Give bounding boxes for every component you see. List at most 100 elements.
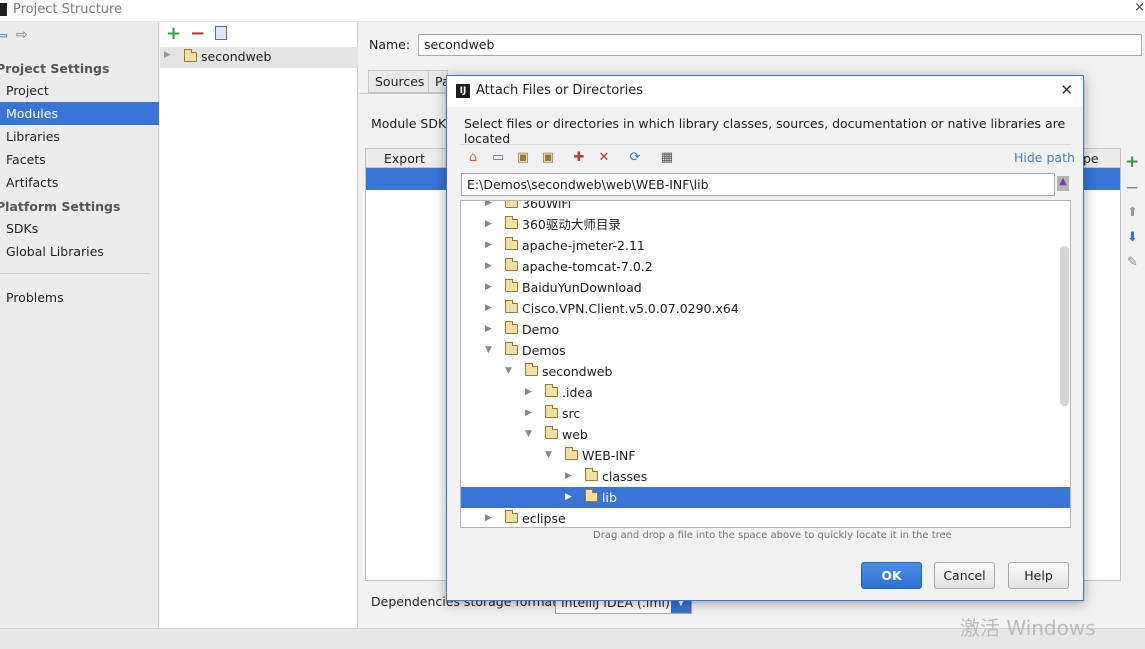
collapse-arrow-icon[interactable]: ▼ [485, 340, 495, 361]
sidebar-item-global-libraries[interactable]: Global Libraries [0, 240, 159, 263]
show-hidden-icon[interactable]: ▦ [659, 150, 675, 166]
tree-item-label: 360驱动大师目录 [522, 217, 621, 232]
move-up-icon[interactable]: ⬆ [1127, 205, 1138, 220]
tree-row[interactable]: ▶ src [461, 403, 1070, 424]
module-name-input[interactable]: secondweb [418, 34, 1142, 56]
module-name: secondweb [201, 49, 272, 64]
help-button[interactable]: Help [1008, 562, 1069, 589]
ok-button[interactable]: OK [861, 562, 922, 589]
expand-arrow-icon[interactable]: ▶ [485, 201, 495, 214]
tree-item-label: apache-jmeter-2.11 [522, 238, 645, 253]
tree-item-label: Demos [522, 343, 566, 358]
collapse-arrow-icon[interactable]: ▼ [505, 361, 515, 382]
folder-icon [584, 489, 598, 502]
title-bar: Project Structure × [0, 0, 1145, 22]
edit-pencil-icon[interactable]: ✎ [1127, 255, 1138, 270]
attach-files-dialog: IJ Attach Files or Directories ✕ Select … [446, 75, 1084, 601]
module-folder-icon[interactable]: ▣ [540, 150, 556, 166]
tree-item-label: secondweb [542, 364, 613, 379]
add-dependency-button[interactable]: + [1125, 152, 1139, 172]
project-settings-heading: Project Settings [0, 61, 110, 76]
tree-row[interactable]: ▼ WEB-INF [461, 445, 1070, 466]
expand-arrow-icon[interactable]: ▶ [565, 487, 575, 508]
tab-sources[interactable]: Sources [368, 70, 432, 93]
tree-row[interactable]: ▶ Cisco.VPN.Client.v5.0.07.0290.x64 [461, 298, 1070, 319]
expand-arrow-icon[interactable]: ▶ [485, 214, 495, 235]
window-close-button[interactable]: × [1134, 0, 1145, 15]
sidebar-item-libraries[interactable]: Libraries [0, 125, 159, 148]
back-arrow-icon[interactable]: ⇦ [0, 28, 8, 44]
browse-path-icon[interactable]: ▲ [1057, 176, 1069, 191]
sidebar-item-problems[interactable]: Problems [0, 286, 159, 309]
expand-arrow-icon[interactable]: ▶ [485, 298, 495, 319]
copy-icon[interactable] [215, 26, 227, 40]
tree-row[interactable]: ▶ .idea [461, 382, 1070, 403]
expand-arrow-icon[interactable]: ▶ [565, 466, 575, 487]
module-row[interactable]: ▶ secondweb [160, 47, 358, 68]
folder-icon [504, 258, 518, 271]
folder-icon [544, 426, 558, 439]
expand-arrow-icon[interactable]: ▶ [485, 256, 495, 277]
move-down-icon[interactable]: ⬇ [1127, 230, 1138, 245]
folder-icon [504, 216, 518, 229]
scope-column-header[interactable]: pe [1083, 151, 1099, 166]
tree-item-label: 360WiFi [522, 200, 572, 211]
expand-arrow-icon[interactable]: ▶ [485, 508, 495, 527]
tree-row[interactable]: ▶ apache-jmeter-2.11 [461, 235, 1070, 256]
export-column-header[interactable]: Export [384, 151, 425, 166]
expand-arrow-icon[interactable]: ▶ [485, 277, 495, 298]
tree-row[interactable]: ▶ eclipse [461, 508, 1070, 527]
expand-arrow-icon[interactable]: ▶ [525, 403, 535, 424]
expand-arrow-icon[interactable]: ▶ [485, 235, 495, 256]
sidebar-item-facets[interactable]: Facets [0, 148, 159, 171]
expand-arrow-icon[interactable]: ▶ [164, 50, 171, 60]
refresh-icon[interactable]: ⟳ [627, 150, 643, 166]
file-tree[interactable]: ▶ 360WiFi ▶ 360驱动大师目录 ▶ apache-jmeter-2.11 ▶ ap… [460, 200, 1071, 528]
tree-scrollbar[interactable] [1060, 246, 1069, 406]
folder-icon [504, 342, 518, 355]
sidebar-item-project[interactable]: Project [0, 79, 159, 102]
sidebar-item-modules[interactable]: Modules [0, 102, 159, 125]
tree-row[interactable]: ▼ Demos [461, 340, 1070, 361]
project-folder-icon[interactable]: ▣ [515, 150, 531, 166]
dialog-close-button[interactable]: ✕ [1060, 81, 1073, 99]
name-label: Name: [369, 37, 411, 52]
home-icon[interactable]: ⌂ [465, 150, 481, 166]
expand-arrow-icon[interactable]: ▶ [525, 382, 535, 403]
cancel-button[interactable]: Cancel [934, 562, 995, 589]
remove-dependency-button[interactable]: − [1125, 178, 1139, 198]
window-title: Project Structure [13, 2, 123, 17]
delete-icon[interactable]: ✕ [596, 150, 612, 166]
sidebar-item-sdks[interactable]: SDKs [0, 217, 159, 240]
new-folder-icon[interactable]: ✚ [571, 150, 587, 166]
remove-module-button[interactable]: − [190, 23, 205, 44]
path-input[interactable]: E:\Demos\secondweb\web\WEB-INF\lib [461, 173, 1055, 196]
tree-row[interactable]: ▶ lib [461, 487, 1070, 508]
tree-row[interactable]: ▶ classes [461, 466, 1070, 487]
tree-item-label: web [562, 427, 588, 442]
folder-icon [504, 237, 518, 250]
sidebar-item-artifacts[interactable]: Artifacts [0, 171, 159, 194]
desktop-icon[interactable]: ▭ [490, 150, 506, 166]
collapse-arrow-icon[interactable]: ▼ [545, 445, 555, 466]
tree-item-label: classes [602, 469, 648, 484]
forward-arrow-icon[interactable]: ⇨ [16, 27, 28, 43]
tree-item-label: eclipse [522, 511, 566, 526]
tree-row[interactable]: ▼ secondweb [461, 361, 1070, 382]
dialog-title: Attach Files or Directories [476, 83, 644, 98]
module-folder-icon [183, 49, 197, 62]
tree-row[interactable]: ▶ 360WiFi [461, 200, 1070, 214]
tree-row[interactable]: ▶ apache-tomcat-7.0.2 [461, 256, 1070, 277]
tab-paths[interactable]: Pa [428, 70, 448, 93]
folder-icon [504, 321, 518, 334]
tree-row[interactable]: ▶ 360驱动大师目录 [461, 214, 1070, 235]
tree-row[interactable]: ▶ Demo [461, 319, 1070, 340]
dialog-description: Select files or directories in which lib… [464, 116, 1066, 146]
tree-row[interactable]: ▼ web [461, 424, 1070, 445]
tree-row[interactable]: ▶ BaiduYunDownload [461, 277, 1070, 298]
expand-arrow-icon[interactable]: ▶ [485, 319, 495, 340]
hide-path-link[interactable]: Hide path [1014, 150, 1075, 165]
add-module-button[interactable]: + [166, 23, 181, 44]
collapse-arrow-icon[interactable]: ▼ [525, 424, 535, 445]
tree-item-label: BaiduYunDownload [522, 280, 642, 295]
